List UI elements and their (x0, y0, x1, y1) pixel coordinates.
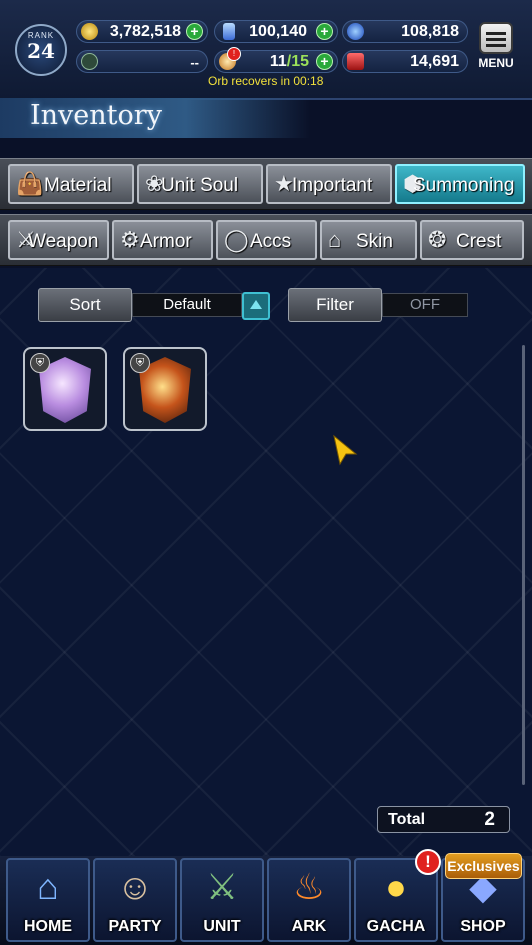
lapis-icon (347, 23, 364, 40)
tab-label: Accs (250, 231, 292, 252)
gem-icon (223, 23, 235, 40)
gems-counter: 100,140 + (214, 20, 338, 43)
nav-label: PARTY (108, 918, 162, 935)
orb-timer: Orb recovers in 00:18 (208, 74, 324, 88)
page-title: Inventory (30, 100, 162, 131)
tab-label: Summoning (413, 175, 515, 196)
orb-alert-icon: ! (227, 47, 241, 61)
rank-badge: RANK 24 (15, 24, 67, 76)
page-title-banner: Inventory (0, 98, 310, 138)
star-icon: ★ (274, 171, 294, 196)
currency4-counter: 14,691 (342, 50, 468, 73)
home-icon: ⌂ (37, 866, 59, 907)
orbs-counter: ! 11/15 + (214, 47, 338, 73)
nav-label: HOME (24, 918, 72, 935)
menu-label: MENU (478, 56, 514, 70)
compass-icon (81, 53, 98, 70)
unit-icon: ⚔ (205, 866, 239, 907)
sort-value[interactable]: Default (132, 293, 242, 317)
orbs-icon: ● (385, 866, 407, 907)
crest-icon: ❂ (428, 227, 447, 252)
nav-label: SHOP (460, 918, 506, 935)
gil-counter: 3,782,518 + (76, 20, 208, 43)
energy-value: -- (190, 55, 199, 70)
party-icon: ☺ (116, 866, 154, 907)
tab-label: Armor (140, 231, 192, 252)
energy-counter: -- (76, 50, 208, 73)
inventory-item[interactable]: ⛨ (23, 347, 107, 431)
tab-accs[interactable]: ◯ Accs (216, 220, 317, 260)
bag-icon: 👜 (16, 171, 44, 196)
gacha-alert-badge: ! (415, 849, 441, 875)
exclusives-badge[interactable]: Exclusives (445, 853, 522, 879)
currency3-counter: 108,818 (342, 20, 468, 43)
tab-label: Weapon (28, 231, 99, 252)
currency3-value: 108,818 (401, 23, 459, 40)
tab-skin[interactable]: ⌂ Skin (320, 220, 417, 260)
tab-summoning[interactable]: ⬢ Summoning (395, 164, 525, 204)
gil-icon (81, 23, 98, 40)
total-value: 2 (484, 809, 495, 830)
tab-weapon[interactable]: ⚔ Weapon (8, 220, 109, 260)
rank-value: 24 (27, 39, 55, 63)
nav-label: UNIT (203, 918, 241, 935)
tab-label: Crest (456, 231, 502, 252)
menu-button[interactable]: MENU (476, 22, 516, 72)
add-orbs-button[interactable]: + (316, 53, 333, 70)
total-label: Total (388, 811, 426, 828)
equip-tab-bar: ⚔ Weapon ⚙ Armor ◯ Accs ⌂ Skin ❂ Crest (0, 214, 532, 266)
scrollbar[interactable] (522, 345, 525, 785)
tab-important[interactable]: ★ Important (266, 164, 392, 204)
tab-label: Material (44, 175, 112, 196)
sort-button[interactable]: Sort (38, 288, 132, 322)
gil-value: 3,782,518 (109, 23, 181, 40)
category-tab-bar: 👜 Material ❀ Unit Soul ★ Important ⬢ Sum… (0, 158, 532, 210)
filter-button[interactable]: Filter (288, 288, 382, 322)
inventory-item[interactable]: ⛨ (123, 347, 207, 431)
orbs-max: /15 (286, 53, 309, 70)
phoenix-icon: ♨ (292, 866, 326, 907)
hamburger-icon (479, 22, 513, 54)
shield-badge-icon: ⛨ (30, 353, 50, 373)
tab-label: Unit Soul (161, 175, 239, 196)
nav-label: ARK (291, 918, 327, 935)
gems-value: 100,140 (249, 23, 307, 40)
tab-unit-soul[interactable]: ❀ Unit Soul (137, 164, 263, 204)
currency4-value: 14,691 (410, 53, 459, 70)
shield-badge-icon: ⛨ (130, 353, 150, 373)
status-bar: RANK 24 3,782,518 + 100,140 + 108,818 --… (0, 0, 532, 100)
filter-value[interactable]: OFF (382, 293, 468, 317)
pointer-cursor-icon (333, 434, 358, 466)
ring-icon: ◯ (224, 227, 249, 252)
total-counter: Total 2 (377, 806, 510, 833)
nav-ark[interactable]: ♨ ARK (267, 858, 351, 942)
tab-label: Skin (356, 231, 393, 252)
tab-crest[interactable]: ❂ Crest (420, 220, 524, 260)
sort-order-toggle[interactable] (242, 292, 270, 320)
tab-armor[interactable]: ⚙ Armor (112, 220, 213, 260)
nav-unit[interactable]: ⚔ UNIT (180, 858, 264, 942)
hanger-icon: ⌂ (328, 227, 342, 252)
tab-material[interactable]: 👜 Material (8, 164, 134, 204)
orbs-value: 11 (269, 53, 287, 70)
nav-party[interactable]: ☺ PARTY (93, 858, 177, 942)
add-gil-button[interactable]: + (186, 23, 203, 40)
armor-icon: ⚙ (120, 227, 140, 252)
nav-home[interactable]: ⌂ HOME (6, 858, 90, 942)
nav-label: GACHA (366, 918, 426, 935)
orbs-display: 11/15 (270, 53, 309, 71)
ticket-icon (347, 53, 364, 70)
add-gems-button[interactable]: + (316, 23, 333, 40)
tab-label: Important (292, 175, 373, 196)
